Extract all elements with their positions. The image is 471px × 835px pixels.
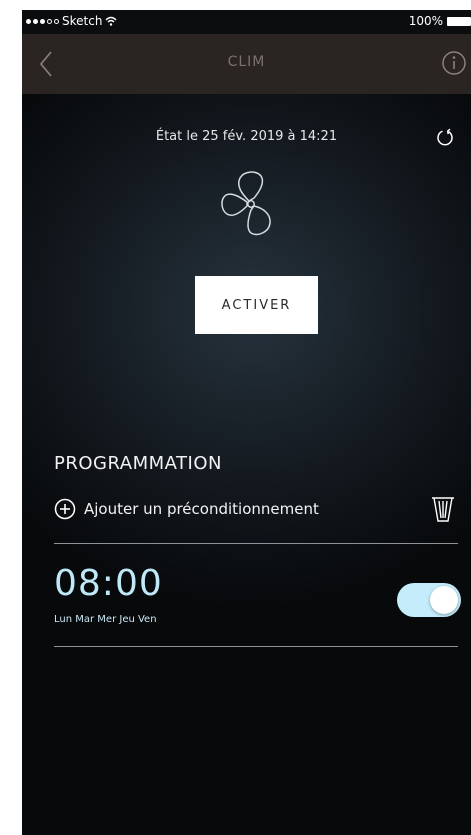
status-right: 100% <box>409 14 471 28</box>
info-button[interactable] <box>439 48 469 78</box>
fan-icon <box>218 167 284 239</box>
section-title-programming: PROGRAMMATION <box>54 453 222 474</box>
info-icon <box>442 51 466 75</box>
refresh-icon <box>437 128 453 146</box>
carrier-name: Sketch <box>62 14 103 28</box>
divider <box>54 543 458 544</box>
refresh-button[interactable] <box>434 126 456 148</box>
page-title: CLIM <box>227 54 266 70</box>
activate-button[interactable]: ACTIVER <box>195 276 318 334</box>
wifi-icon <box>105 16 117 26</box>
schedule-days: Lun Mar Mer Jeu Ven <box>54 614 157 625</box>
schedule-time[interactable]: 08:00 <box>54 563 163 604</box>
app-screen: Sketch 100% CLIM État le 25 fév. 2019 à … <box>22 10 471 835</box>
toggle-knob <box>430 586 458 614</box>
status-left: Sketch <box>26 14 117 28</box>
plus-circle-icon <box>54 498 76 520</box>
signal-icon <box>26 18 59 24</box>
add-preconditioning-button[interactable]: Ajouter un préconditionnement <box>54 494 454 524</box>
delete-button[interactable] <box>430 495 456 523</box>
battery-percent: 100% <box>408 14 443 28</box>
nav-bar: CLIM <box>22 34 471 94</box>
add-preconditioning-label: Ajouter un préconditionnement <box>84 500 319 518</box>
battery-icon <box>447 16 471 26</box>
status-bar: Sketch 100% <box>22 10 471 34</box>
divider <box>54 646 458 647</box>
status-timestamp: État le 25 fév. 2019 à 14:21 <box>155 129 338 144</box>
schedule-toggle[interactable] <box>397 583 461 617</box>
trash-icon <box>432 497 454 522</box>
